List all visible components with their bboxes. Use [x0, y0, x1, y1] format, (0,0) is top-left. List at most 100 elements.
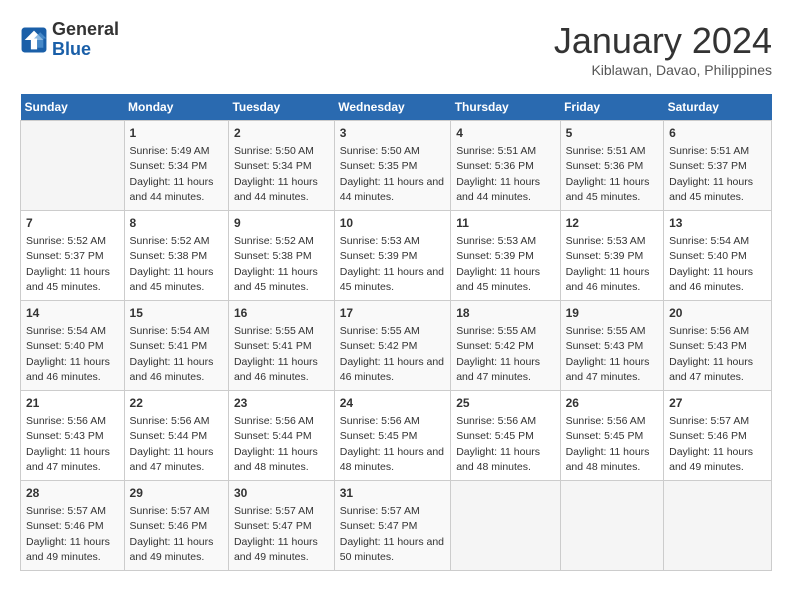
calendar-cell: 22 Sunrise: 5:56 AM Sunset: 5:44 PM Dayl…: [124, 391, 228, 481]
sunrise-info: Sunrise: 5:50 AM: [340, 145, 420, 157]
sunset-info: Sunset: 5:37 PM: [669, 160, 747, 172]
sunset-info: Sunset: 5:42 PM: [340, 340, 418, 352]
day-number: 5: [566, 125, 659, 142]
daylight-info: Daylight: 11 hours and 46 minutes.: [566, 266, 650, 293]
calendar-cell: 13 Sunrise: 5:54 AM Sunset: 5:40 PM Dayl…: [664, 211, 772, 301]
daylight-info: Daylight: 11 hours and 45 minutes.: [669, 176, 753, 203]
sunset-info: Sunset: 5:45 PM: [566, 430, 644, 442]
day-number: 31: [340, 485, 445, 502]
daylight-info: Daylight: 11 hours and 46 minutes.: [130, 356, 214, 383]
calendar-title: January 2024: [554, 20, 772, 62]
day-number: 3: [340, 125, 445, 142]
sunrise-info: Sunrise: 5:57 AM: [340, 505, 420, 517]
sunrise-info: Sunrise: 5:56 AM: [566, 415, 646, 427]
sunrise-info: Sunrise: 5:56 AM: [669, 325, 749, 337]
sunset-info: Sunset: 5:34 PM: [234, 160, 312, 172]
sunrise-info: Sunrise: 5:57 AM: [130, 505, 210, 517]
calendar-cell: 16 Sunrise: 5:55 AM Sunset: 5:41 PM Dayl…: [228, 301, 334, 391]
calendar-cell: 8 Sunrise: 5:52 AM Sunset: 5:38 PM Dayli…: [124, 211, 228, 301]
daylight-info: Daylight: 11 hours and 44 minutes.: [340, 176, 444, 203]
sunset-info: Sunset: 5:36 PM: [456, 160, 534, 172]
day-number: 16: [234, 305, 329, 322]
logo: General Blue: [20, 20, 119, 60]
header-monday: Monday: [124, 94, 228, 121]
daylight-info: Daylight: 11 hours and 44 minutes.: [234, 176, 318, 203]
header-tuesday: Tuesday: [228, 94, 334, 121]
day-number: 6: [669, 125, 766, 142]
calendar-cell: 2 Sunrise: 5:50 AM Sunset: 5:34 PM Dayli…: [228, 121, 334, 211]
sunset-info: Sunset: 5:43 PM: [26, 430, 104, 442]
logo-text: General Blue: [52, 20, 119, 60]
sunset-info: Sunset: 5:34 PM: [130, 160, 208, 172]
day-number: 30: [234, 485, 329, 502]
day-number: 7: [26, 215, 119, 232]
daylight-info: Daylight: 11 hours and 46 minutes.: [669, 266, 753, 293]
calendar-week-1: 1 Sunrise: 5:49 AM Sunset: 5:34 PM Dayli…: [21, 121, 772, 211]
calendar-cell: 19 Sunrise: 5:55 AM Sunset: 5:43 PM Dayl…: [560, 301, 664, 391]
sunrise-info: Sunrise: 5:56 AM: [130, 415, 210, 427]
day-number: 15: [130, 305, 223, 322]
sunset-info: Sunset: 5:41 PM: [130, 340, 208, 352]
daylight-info: Daylight: 11 hours and 50 minutes.: [340, 536, 444, 563]
calendar-cell: 6 Sunrise: 5:51 AM Sunset: 5:37 PM Dayli…: [664, 121, 772, 211]
sunset-info: Sunset: 5:44 PM: [234, 430, 312, 442]
header-wednesday: Wednesday: [334, 94, 450, 121]
header-sunday: Sunday: [21, 94, 125, 121]
day-number: 26: [566, 395, 659, 412]
day-number: 13: [669, 215, 766, 232]
day-number: 24: [340, 395, 445, 412]
daylight-info: Daylight: 11 hours and 48 minutes.: [340, 446, 444, 473]
daylight-info: Daylight: 11 hours and 48 minutes.: [566, 446, 650, 473]
daylight-info: Daylight: 11 hours and 47 minutes.: [456, 356, 540, 383]
daylight-info: Daylight: 11 hours and 44 minutes.: [130, 176, 214, 203]
day-number: 22: [130, 395, 223, 412]
day-number: 28: [26, 485, 119, 502]
daylight-info: Daylight: 11 hours and 45 minutes.: [130, 266, 214, 293]
daylight-info: Daylight: 11 hours and 46 minutes.: [26, 356, 110, 383]
calendar-cell: 24 Sunrise: 5:56 AM Sunset: 5:45 PM Dayl…: [334, 391, 450, 481]
sunrise-info: Sunrise: 5:52 AM: [130, 235, 210, 247]
header-thursday: Thursday: [451, 94, 560, 121]
daylight-info: Daylight: 11 hours and 49 minutes.: [669, 446, 753, 473]
daylight-info: Daylight: 11 hours and 47 minutes.: [130, 446, 214, 473]
sunset-info: Sunset: 5:43 PM: [566, 340, 644, 352]
calendar-cell: 7 Sunrise: 5:52 AM Sunset: 5:37 PM Dayli…: [21, 211, 125, 301]
calendar-subtitle: Kiblawan, Davao, Philippines: [554, 62, 772, 78]
calendar-cell: 17 Sunrise: 5:55 AM Sunset: 5:42 PM Dayl…: [334, 301, 450, 391]
logo-icon: [20, 26, 48, 54]
sunrise-info: Sunrise: 5:53 AM: [340, 235, 420, 247]
sunset-info: Sunset: 5:38 PM: [234, 250, 312, 262]
day-number: 19: [566, 305, 659, 322]
calendar-week-2: 7 Sunrise: 5:52 AM Sunset: 5:37 PM Dayli…: [21, 211, 772, 301]
daylight-info: Daylight: 11 hours and 47 minutes.: [669, 356, 753, 383]
daylight-info: Daylight: 11 hours and 47 minutes.: [566, 356, 650, 383]
sunrise-info: Sunrise: 5:49 AM: [130, 145, 210, 157]
day-number: 1: [130, 125, 223, 142]
sunset-info: Sunset: 5:43 PM: [669, 340, 747, 352]
sunset-info: Sunset: 5:47 PM: [234, 520, 312, 532]
sunset-info: Sunset: 5:41 PM: [234, 340, 312, 352]
calendar-cell: 14 Sunrise: 5:54 AM Sunset: 5:40 PM Dayl…: [21, 301, 125, 391]
sunrise-info: Sunrise: 5:50 AM: [234, 145, 314, 157]
sunrise-info: Sunrise: 5:56 AM: [456, 415, 536, 427]
day-number: 27: [669, 395, 766, 412]
calendar-body: 1 Sunrise: 5:49 AM Sunset: 5:34 PM Dayli…: [21, 121, 772, 571]
sunset-info: Sunset: 5:36 PM: [566, 160, 644, 172]
calendar-cell: 27 Sunrise: 5:57 AM Sunset: 5:46 PM Dayl…: [664, 391, 772, 481]
daylight-info: Daylight: 11 hours and 49 minutes.: [234, 536, 318, 563]
sunrise-info: Sunrise: 5:57 AM: [669, 415, 749, 427]
sunrise-info: Sunrise: 5:53 AM: [456, 235, 536, 247]
day-number: 9: [234, 215, 329, 232]
calendar-cell: [560, 481, 664, 571]
calendar-week-4: 21 Sunrise: 5:56 AM Sunset: 5:43 PM Dayl…: [21, 391, 772, 481]
calendar-cell: 23 Sunrise: 5:56 AM Sunset: 5:44 PM Dayl…: [228, 391, 334, 481]
calendar-cell: 20 Sunrise: 5:56 AM Sunset: 5:43 PM Dayl…: [664, 301, 772, 391]
header-row: Sunday Monday Tuesday Wednesday Thursday…: [21, 94, 772, 121]
sunrise-info: Sunrise: 5:55 AM: [340, 325, 420, 337]
sunset-info: Sunset: 5:40 PM: [669, 250, 747, 262]
calendar-cell: 18 Sunrise: 5:55 AM Sunset: 5:42 PM Dayl…: [451, 301, 560, 391]
calendar-cell: 29 Sunrise: 5:57 AM Sunset: 5:46 PM Dayl…: [124, 481, 228, 571]
sunset-info: Sunset: 5:46 PM: [26, 520, 104, 532]
day-number: 20: [669, 305, 766, 322]
sunset-info: Sunset: 5:45 PM: [456, 430, 534, 442]
